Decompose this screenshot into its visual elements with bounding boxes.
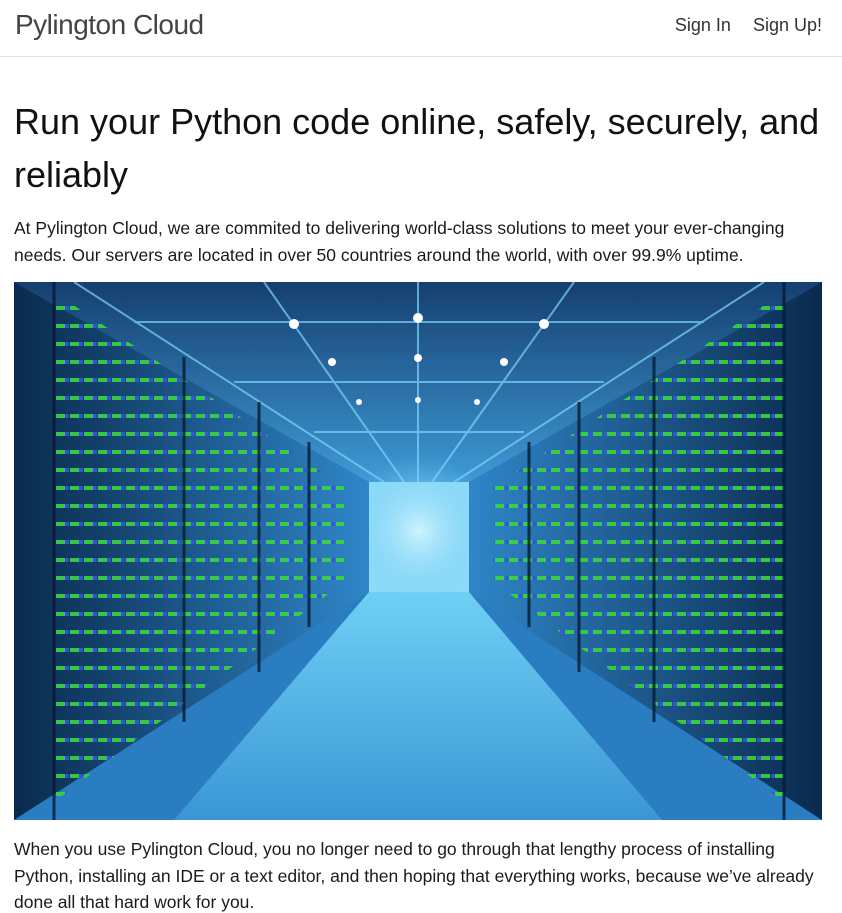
main-content: Run your Python code online, safely, sec…	[0, 95, 842, 913]
navbar: Pylington Cloud Sign In Sign Up!	[0, 0, 842, 57]
body-paragraph: When you use Pylington Cloud, you no lon…	[14, 839, 814, 912]
nav-links: Sign In Sign Up!	[675, 15, 822, 36]
sign-in-link[interactable]: Sign In	[675, 15, 731, 36]
intro-paragraph: At Pylington Cloud, we are commited to d…	[14, 218, 785, 265]
brand-logo-link[interactable]: Pylington Cloud	[15, 11, 204, 39]
server-room-image	[14, 282, 822, 820]
sign-up-link[interactable]: Sign Up!	[753, 15, 822, 36]
page-title: Run your Python code online, safely, sec…	[14, 101, 820, 195]
